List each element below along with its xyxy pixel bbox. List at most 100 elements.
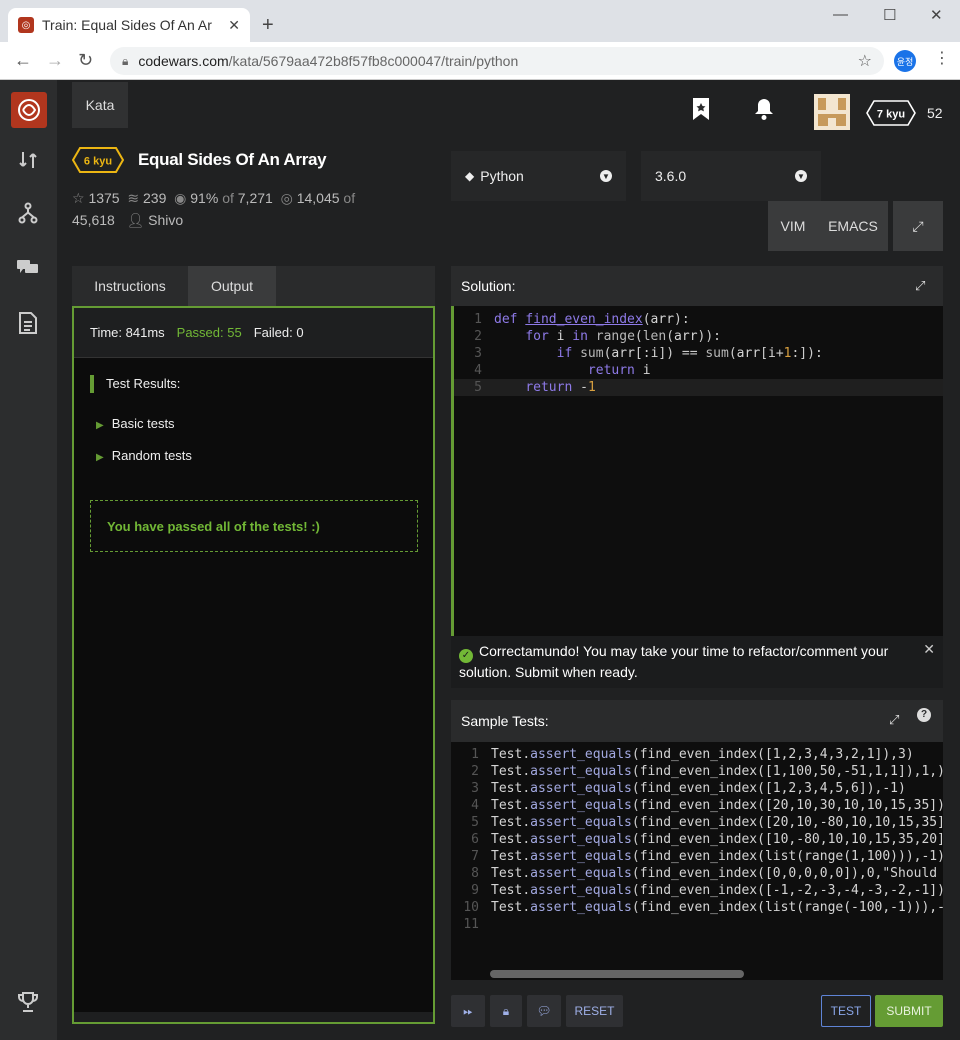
collections-count[interactable]: 239 xyxy=(143,190,166,206)
reset-button[interactable]: RESET xyxy=(566,995,623,1027)
chevron-down-icon: ▼ xyxy=(795,170,807,182)
code-line: 6 Test.assert_equals(find_even_index([10,… xyxy=(471,832,943,847)
code-line: 10 Test.assert_equals(find_even_index(lis… xyxy=(463,900,943,915)
browser-menu-icon[interactable]: ⋮ xyxy=(934,48,950,68)
horizontal-scrollbar[interactable] xyxy=(490,970,744,978)
reload-icon[interactable]: ↻ xyxy=(78,50,93,71)
user-rank-badge[interactable]: 7 kyu xyxy=(866,100,916,129)
solution-title: Solution: xyxy=(461,278,516,294)
chevron-down-icon: ▼ xyxy=(600,170,612,182)
bookmark-icon[interactable] xyxy=(688,96,714,122)
expand-triangle-icon: ▶ xyxy=(96,420,104,431)
notifications-bell-icon[interactable] xyxy=(751,96,777,122)
sample-tests-editor[interactable]: 1 Test.assert_equals(find_even_index([1,2… xyxy=(451,742,943,980)
solution-header: Solution: xyxy=(451,266,943,306)
skip-button[interactable]: ⏩︎ xyxy=(451,995,485,1027)
code-line: 9 Test.assert_equals(find_even_index([-1,… xyxy=(471,883,943,898)
submit-button[interactable]: SUBMIT xyxy=(875,995,943,1027)
test-group-label: Basic tests xyxy=(111,416,175,431)
close-window-icon[interactable]: ✕ xyxy=(930,6,943,24)
code-line: 5 return -1 xyxy=(454,379,943,396)
codewars-favicon-icon: ◎ xyxy=(18,17,34,33)
code-line: 2 for i in range(len(arr)): xyxy=(474,329,722,344)
user-avatar[interactable] xyxy=(814,94,850,130)
code-line: 1 Test.assert_equals(find_even_index([1,2… xyxy=(471,747,914,762)
discuss-icon[interactable] xyxy=(14,253,42,281)
emacs-mode-button[interactable]: EMACS xyxy=(818,201,888,251)
vim-mode-button[interactable]: VIM xyxy=(768,201,818,251)
sample-tests-title: Sample Tests: xyxy=(461,713,549,729)
check-circle-icon: ✓ xyxy=(459,649,473,663)
kata-nav-tab[interactable]: Kata xyxy=(72,82,128,128)
expand-icon[interactable]: ⤢ xyxy=(889,712,899,728)
kata-rank-badge: 6 kyu xyxy=(71,147,125,176)
language-value: Python xyxy=(480,168,524,184)
solution-code-editor[interactable]: 1 def find_even_index(arr): 2 for i in ra… xyxy=(451,306,943,636)
output-footer xyxy=(74,1012,433,1022)
minimize-icon[interactable]: — xyxy=(833,6,848,23)
codewars-logo-icon[interactable] xyxy=(11,92,47,128)
honor-score: 52 xyxy=(927,105,943,121)
time-label: Time: 841ms xyxy=(90,325,165,340)
code-line: 1 def find_even_index(arr): xyxy=(474,312,690,327)
success-notice: ✓ Correctamundo! You may take your time t… xyxy=(451,636,943,688)
fullscreen-button[interactable]: ⤢ xyxy=(893,201,943,251)
success-notice-text: Correctamundo! You may take your time to… xyxy=(459,643,889,680)
docs-icon[interactable] xyxy=(14,309,42,337)
forward-icon[interactable]: → xyxy=(46,50,64,71)
discuss-button[interactable]: 💬︎ xyxy=(527,995,561,1027)
address-bar: ← → ↻ 🔒︎ codewars.com /kata/5679aa472b8f… xyxy=(0,42,960,80)
bookmark-star-icon[interactable]: ☆ xyxy=(858,51,872,71)
stars-count[interactable]: 1375 xyxy=(88,190,119,206)
version-select[interactable]: 3.6.0 ▼ xyxy=(641,151,821,201)
unlock-solutions-button[interactable]: 🔒︎ xyxy=(490,995,522,1027)
code-line: 3 Test.assert_equals(find_even_index([1,2… xyxy=(471,781,906,796)
language-select[interactable]: ◆ Python ▼ xyxy=(451,151,626,201)
python-icon: ◆ xyxy=(465,169,475,183)
attempts-count: 45,618 xyxy=(72,212,115,228)
of-label-2: of xyxy=(343,190,356,206)
user-rank-text: 7 kyu xyxy=(877,109,905,121)
passed-message: You have passed all of the tests! :) xyxy=(90,500,418,552)
passed-label: Passed: 55 xyxy=(176,325,242,340)
votes-count: 7,271 xyxy=(237,190,273,206)
leaderboard-trophy-icon[interactable] xyxy=(14,988,42,1016)
test-results-title: Test Results: xyxy=(90,375,180,393)
completed-count: 14,045 xyxy=(296,190,340,206)
left-panel-tabs: Instructions Output xyxy=(72,266,435,306)
close-icon[interactable]: ✕ xyxy=(923,640,935,658)
test-group-random[interactable]: ▶ Random tests xyxy=(96,448,192,463)
satisfaction-rate: 91% xyxy=(190,190,219,206)
expand-triangle-icon: ▶ xyxy=(96,452,104,463)
tab-close-icon[interactable]: ✕ xyxy=(228,17,240,34)
practice-icon[interactable] xyxy=(14,146,42,174)
fork-icon[interactable] xyxy=(14,199,42,227)
code-line: 4 Test.assert_equals(find_even_index([20,… xyxy=(471,798,943,813)
collections-icon: ≋ xyxy=(123,190,140,206)
new-tab-icon[interactable]: + xyxy=(262,14,274,37)
profile-avatar[interactable]: 윤정 xyxy=(894,50,916,72)
star-icon: ☆ xyxy=(72,190,85,206)
tab-title: Train: Equal Sides Of An Ar xyxy=(42,17,212,33)
lock-icon: 🔒︎ xyxy=(122,53,129,68)
url-input[interactable]: 🔒︎ codewars.com /kata/5679aa472b8f57fb8c… xyxy=(110,47,884,75)
browser-tab[interactable]: ◎ Train: Equal Sides Of An Ar ✕ xyxy=(8,8,250,42)
back-icon[interactable]: ← xyxy=(14,50,32,71)
expand-icon[interactable]: ⤢ xyxy=(915,278,925,294)
kata-stats: ☆ 1375 ≋ 239 ◉ 91% of 7,271 ◎ 14,045 of … xyxy=(72,187,412,231)
fast-forward-icon: ⏩︎ xyxy=(463,1003,473,1018)
satisfaction-eye-icon: ◉ xyxy=(170,190,187,206)
code-line: 4 return i xyxy=(474,363,651,378)
code-line: 2 Test.assert_equals(find_even_index([1,1… xyxy=(471,764,943,779)
tab-instructions[interactable]: Instructions xyxy=(72,266,188,306)
test-group-label: Random tests xyxy=(111,448,192,463)
test-button[interactable]: TEST xyxy=(821,995,871,1027)
help-icon[interactable]: ? xyxy=(917,708,931,722)
maximize-icon[interactable]: ☐ xyxy=(883,6,896,24)
test-group-basic[interactable]: ▶ Basic tests xyxy=(96,416,175,431)
author-name[interactable]: Shivo xyxy=(148,212,183,228)
tab-output[interactable]: Output xyxy=(188,266,276,306)
url-domain: codewars.com xyxy=(138,53,229,69)
of-label: of xyxy=(222,190,234,206)
code-line: 7 Test.assert_equals(find_even_index(list… xyxy=(471,849,943,864)
